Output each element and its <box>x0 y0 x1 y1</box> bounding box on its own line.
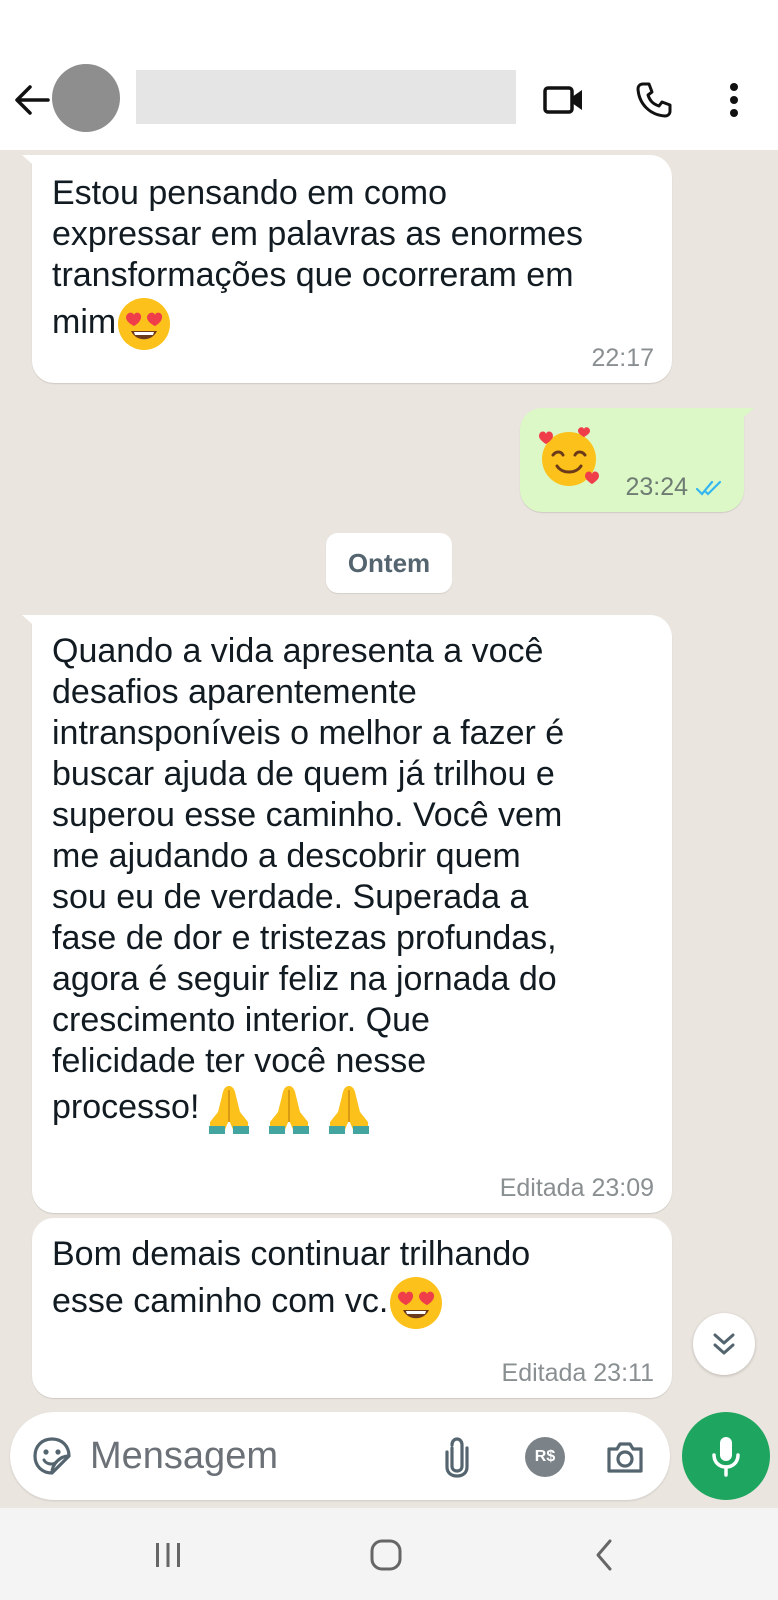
message-time: 22:17 <box>591 344 654 372</box>
paperclip-icon <box>445 1437 469 1478</box>
sticker-icon <box>33 1437 71 1475</box>
camera-icon <box>607 1442 643 1473</box>
chevron-left-icon <box>596 1539 612 1571</box>
heart-eyes-emoji-icon <box>118 298 171 350</box>
folded-hands-emoji-icon <box>329 1086 370 1134</box>
microphone-icon <box>712 1437 740 1477</box>
chat-header <box>0 52 778 150</box>
overflow-menu-button[interactable] <box>708 74 760 126</box>
bubble-tail <box>736 408 754 424</box>
sticker-emoji-button[interactable] <box>30 1434 74 1478</box>
message-text: Quando a vida apresenta a você desafios … <box>52 632 565 1126</box>
message-bubble-outgoing[interactable]: 23:24 <box>520 408 754 512</box>
double-chevron-down-icon <box>713 1333 735 1355</box>
bubble-tail <box>22 155 40 171</box>
avatar[interactable] <box>52 64 120 132</box>
message-bubble-incoming[interactable]: Bom demais continuar trilhando esse cami… <box>32 1218 672 1398</box>
arrow-left-icon <box>15 85 50 115</box>
smiling-face-with-hearts-emoji-icon <box>539 427 599 486</box>
date-divider: Ontem <box>326 533 452 593</box>
voice-message-button[interactable] <box>682 1412 770 1500</box>
message-composer: R$ <box>10 1412 670 1500</box>
status-bar <box>0 0 778 52</box>
recent-apps-icon <box>156 1543 180 1567</box>
chat-area[interactable]: Estou pensando em como expressar em pala… <box>0 150 778 1400</box>
double-check-read-icon <box>696 480 722 496</box>
folded-hands-emoji-icon <box>209 1086 250 1134</box>
voice-call-button[interactable] <box>628 74 680 126</box>
recent-apps-button[interactable] <box>138 1530 198 1580</box>
home-button[interactable] <box>356 1530 416 1580</box>
message-bubble-incoming[interactable]: Quando a vida apresenta a você desafios … <box>22 615 672 1213</box>
system-navigation-bar <box>0 1508 778 1600</box>
message-time: Editada 23:09 <box>499 1174 654 1202</box>
message-input[interactable] <box>90 1430 420 1482</box>
back-button[interactable] <box>10 76 54 124</box>
message-time: Editada 23:11 <box>501 1359 654 1387</box>
payment-icon: R$ <box>525 1437 565 1477</box>
scroll-to-bottom-button[interactable] <box>693 1313 755 1375</box>
system-back-button[interactable] <box>574 1530 634 1580</box>
folded-hands-emoji-icon <box>269 1086 310 1134</box>
heart-eyes-emoji-icon <box>390 1277 443 1329</box>
home-icon <box>370 1539 402 1571</box>
attach-button[interactable] <box>434 1434 480 1480</box>
phone-icon <box>636 82 672 118</box>
payment-button[interactable]: R$ <box>522 1434 568 1480</box>
emoji-group <box>205 1082 373 1136</box>
bubble-tail <box>22 615 40 631</box>
contact-name-redacted[interactable] <box>136 70 516 124</box>
video-call-button[interactable] <box>538 74 590 126</box>
message-bubble-incoming[interactable]: Estou pensando em como expressar em pala… <box>22 155 672 383</box>
message-text: Bom demais continuar trilhando esse cami… <box>52 1235 531 1320</box>
camera-button[interactable] <box>602 1434 648 1480</box>
more-vertical-icon <box>730 83 738 117</box>
message-time: 23:24 <box>625 473 688 501</box>
videocam-icon <box>543 86 582 114</box>
